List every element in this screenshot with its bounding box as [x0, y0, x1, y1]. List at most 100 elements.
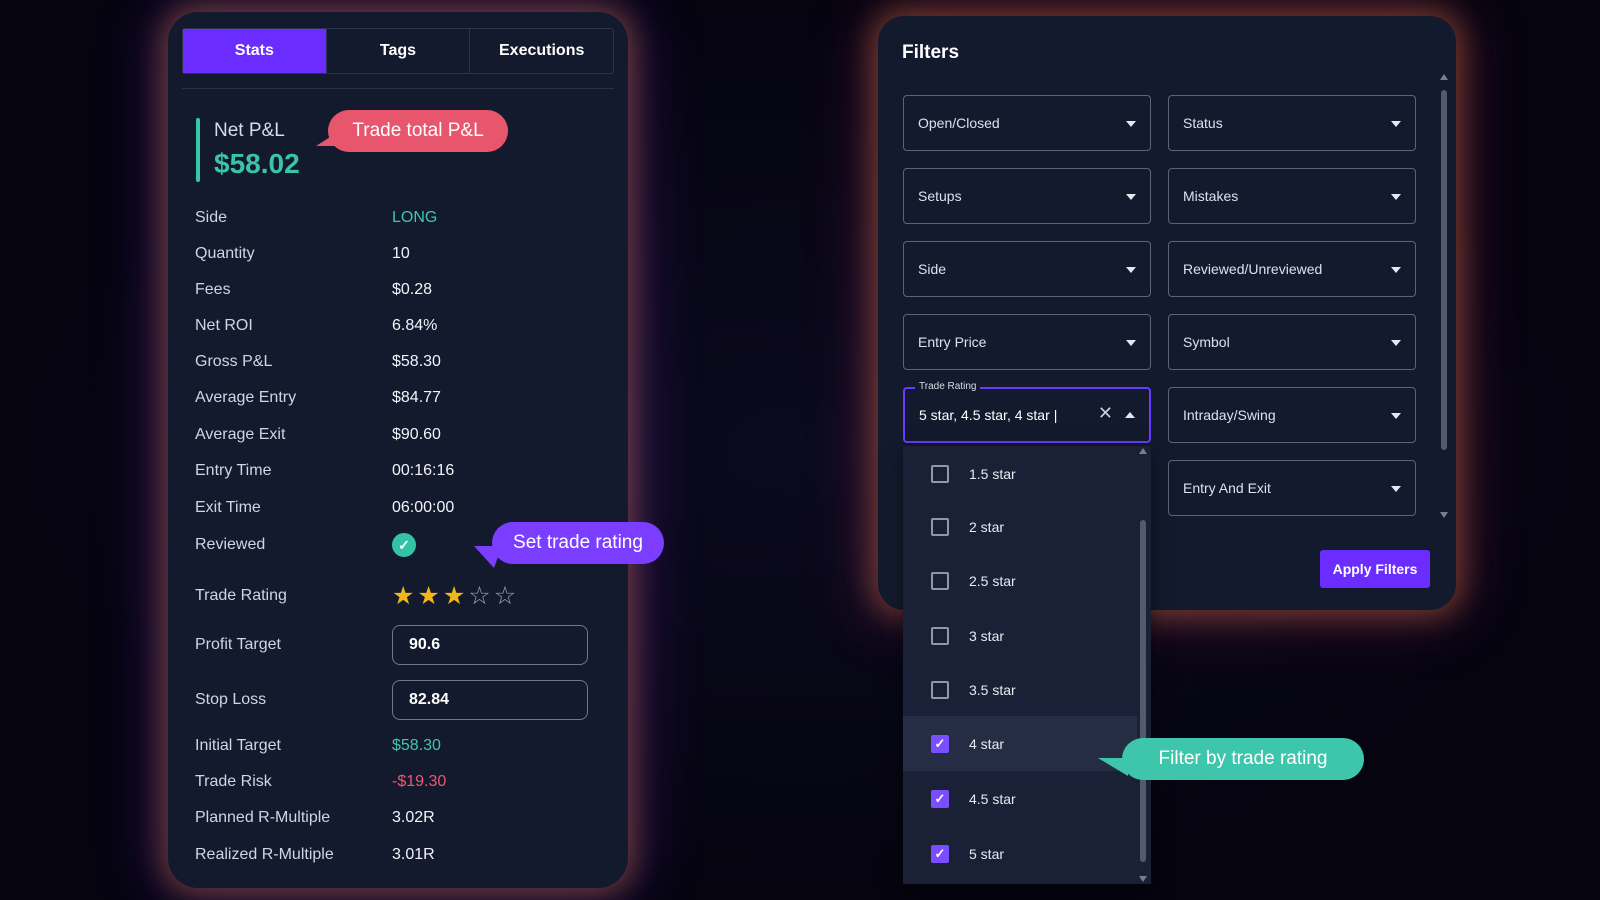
rating-option[interactable]: 1.5 star — [903, 446, 1137, 501]
stat-label: Side — [195, 209, 228, 226]
chevron-down-icon — [1391, 340, 1401, 346]
rating-option[interactable]: 3.5 star — [903, 662, 1137, 717]
side-dropdown[interactable]: Side — [903, 241, 1151, 297]
trade-rating-input[interactable]: 5 star, 4.5 star, 4 star — [919, 407, 1050, 423]
stat-value: 3.01R — [392, 846, 435, 863]
checkbox-checked-icon[interactable]: ✓ — [931, 789, 949, 808]
rating-option-label: 3 star — [969, 627, 1005, 644]
stat-label: Trade Rating — [195, 587, 287, 604]
star-filled-icon[interactable]: ★ — [443, 583, 465, 609]
stat-value: 6.84% — [392, 317, 438, 334]
setups-dropdown[interactable]: Setups — [903, 168, 1151, 224]
profit-target-input[interactable]: 90.6 — [392, 625, 588, 665]
stop-loss-input[interactable]: 82.84 — [392, 680, 588, 720]
dropdown-label: Intraday/Swing — [1183, 407, 1276, 423]
tab-tags[interactable]: Tags — [327, 29, 471, 73]
dropdown-label: Setups — [918, 188, 962, 204]
star-empty-icon[interactable]: ☆ — [494, 583, 516, 609]
stat-row-average-entry: Average Entry $84.77 — [195, 384, 615, 412]
rating-option[interactable]: 2 star — [903, 499, 1137, 554]
stat-row-fees: Fees $0.28 — [195, 276, 615, 304]
mistakes-dropdown[interactable]: Mistakes — [1168, 168, 1416, 224]
stat-row-gross-pnl: Gross P&L $58.30 — [195, 348, 615, 376]
tab-executions[interactable]: Executions — [470, 29, 613, 73]
scroll-thumb[interactable] — [1441, 90, 1447, 450]
stat-row-trade-risk: Trade Risk -$19.30 — [195, 768, 615, 796]
scroll-down-icon[interactable] — [1139, 876, 1147, 882]
chevron-down-icon — [1126, 267, 1136, 273]
close-icon[interactable]: ✕ — [1098, 403, 1113, 424]
chevron-down-icon — [1391, 121, 1401, 127]
stat-row-side: Side LONG — [195, 204, 615, 232]
tabs-divider — [182, 88, 614, 89]
chevron-up-icon[interactable] — [1125, 412, 1135, 418]
stat-label: Profit Target — [195, 636, 281, 653]
reviewed-check-icon[interactable]: ✓ — [392, 533, 416, 557]
open-closed-dropdown[interactable]: Open/Closed — [903, 95, 1151, 151]
stat-label: Quantity — [195, 245, 255, 262]
stat-value: 10 — [392, 245, 410, 262]
text-cursor: | — [1053, 407, 1058, 423]
trade-rating-floating-label: Trade Rating — [915, 381, 981, 392]
dropdown-label: Symbol — [1183, 334, 1230, 350]
scroll-thumb[interactable] — [1140, 520, 1146, 862]
stat-label: Average Exit — [195, 426, 286, 443]
stat-row-average-exit: Average Exit $90.60 — [195, 421, 615, 449]
checkbox-icon[interactable] — [931, 571, 949, 590]
rating-option-label: 2.5 star — [969, 572, 1016, 589]
star-empty-icon[interactable]: ☆ — [468, 583, 490, 609]
scroll-up-icon[interactable] — [1440, 74, 1448, 80]
symbol-dropdown[interactable]: Symbol — [1168, 314, 1416, 370]
dropdown-label: Entry And Exit — [1183, 480, 1271, 496]
dropdown-label: Reviewed/Unreviewed — [1183, 261, 1323, 277]
chevron-down-icon — [1391, 413, 1401, 419]
stat-value: $58.30 — [392, 737, 441, 754]
rating-option-label: 4.5 star — [969, 790, 1016, 807]
stat-value: $58.30 — [392, 353, 441, 370]
stat-value: $84.77 — [392, 389, 441, 406]
scroll-down-icon[interactable] — [1440, 512, 1448, 518]
trade-rating-dropdown[interactable]: Trade Rating 5 star, 4.5 star, 4 star | … — [903, 381, 1151, 443]
filters-scrollbar[interactable] — [1440, 74, 1448, 518]
rating-option[interactable]: 2.5 star — [903, 553, 1137, 608]
checkbox-checked-icon[interactable]: ✓ — [931, 844, 949, 863]
chevron-down-icon — [1126, 340, 1136, 346]
checkbox-icon[interactable] — [931, 626, 949, 645]
reviewed-unreviewed-dropdown[interactable]: Reviewed/Unreviewed — [1168, 241, 1416, 297]
stat-value: LONG — [392, 209, 438, 226]
checkbox-icon[interactable] — [931, 517, 949, 536]
rating-option[interactable]: 3 star — [903, 608, 1137, 663]
rating-option[interactable]: ✓ 5 star — [903, 826, 1137, 881]
trade-rating-options-list: 1.5 star 2 star 2.5 star 3 star 3.5 star ✓ 4 s… — [903, 446, 1151, 884]
pnl-accent-bar — [196, 118, 200, 182]
filter-callout: Filter by trade rating — [1098, 738, 1364, 780]
stat-row-exit-time: Exit Time 06:00:00 — [195, 494, 615, 522]
star-rating[interactable]: ★ ★ ★ ☆ ☆ — [392, 583, 516, 609]
star-filled-icon[interactable]: ★ — [392, 583, 414, 609]
pnl-callout: Trade total P&L — [316, 110, 508, 152]
stat-label: Net ROI — [195, 317, 253, 334]
star-filled-icon[interactable]: ★ — [417, 583, 439, 609]
stat-label: Realized R-Multiple — [195, 846, 334, 863]
net-pnl-label: Net P&L — [214, 120, 285, 141]
stat-row-realized-r-multiple: Realized R-Multiple 3.01R — [195, 841, 615, 869]
stat-value: -$19.30 — [392, 773, 447, 790]
rating-option[interactable]: ✓ 4.5 star — [903, 771, 1137, 826]
checkbox-icon[interactable] — [931, 680, 949, 699]
checkbox-icon[interactable] — [931, 464, 949, 483]
entry-and-exit-dropdown[interactable]: Entry And Exit — [1168, 460, 1416, 516]
dropdown-label: Mistakes — [1183, 188, 1239, 204]
stat-label: Initial Target — [195, 737, 281, 754]
scroll-up-icon[interactable] — [1139, 448, 1147, 454]
tab-bar: Stats Tags Executions — [182, 28, 614, 74]
entry-price-dropdown[interactable]: Entry Price — [903, 314, 1151, 370]
status-dropdown[interactable]: Status — [1168, 95, 1416, 151]
stat-row-initial-target: Initial Target $58.30 — [195, 732, 615, 760]
options-scrollbar[interactable] — [1139, 446, 1147, 884]
intraday-swing-dropdown[interactable]: Intraday/Swing — [1168, 387, 1416, 443]
apply-filters-button[interactable]: Apply Filters — [1320, 550, 1430, 588]
tab-stats[interactable]: Stats — [183, 29, 327, 73]
chevron-down-icon — [1391, 194, 1401, 200]
stat-label: Reviewed — [195, 536, 266, 553]
checkbox-checked-icon[interactable]: ✓ — [931, 734, 949, 753]
